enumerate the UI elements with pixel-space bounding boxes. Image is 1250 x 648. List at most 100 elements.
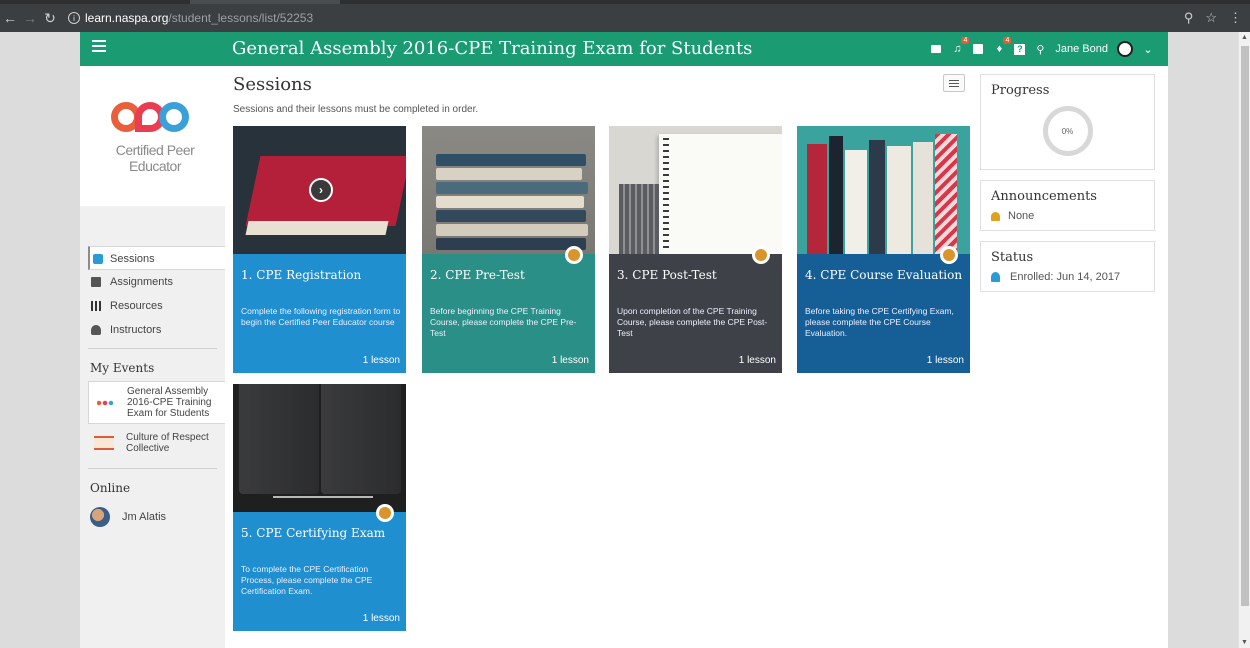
online-user[interactable]: Jm Alatis xyxy=(80,501,225,533)
page-title: General Assembly 2016-CPE Training Exam … xyxy=(232,38,753,59)
status-row: Enrolled: Jun 14, 2017 xyxy=(991,271,1144,283)
session-image xyxy=(609,126,782,254)
notifications-icon[interactable]: ♫ 4 xyxy=(951,37,970,55)
sidebar-item-sessions[interactable]: Sessions xyxy=(88,246,225,270)
bookmark-star-icon[interactable]: ☆ xyxy=(1205,10,1217,26)
sidebar: Certified Peer Educator Sessions Assignm… xyxy=(80,66,225,648)
event-label: General Assembly 2016-CPE Training Exam … xyxy=(127,386,212,419)
avatar[interactable] xyxy=(1117,41,1133,57)
session-card[interactable]: › 1. CPE Registration Complete the follo… xyxy=(233,126,406,373)
divider xyxy=(88,468,217,469)
sessions-heading: Sessions xyxy=(233,74,312,95)
session-title: 3. CPE Post-Test xyxy=(617,268,717,282)
session-lesson-count: 1 lesson xyxy=(738,355,776,366)
cart-badge: 4 xyxy=(1003,37,1012,44)
session-image xyxy=(422,126,595,254)
chevron-down-icon[interactable]: ⌄ xyxy=(1142,43,1154,56)
session-card[interactable]: 4. CPE Course Evaluation Before taking t… xyxy=(797,126,970,373)
browser-menu-icon[interactable]: ⋮ xyxy=(1229,10,1242,26)
announcements-title: Announcements xyxy=(991,189,1097,204)
logo[interactable]: Certified Peer Educator xyxy=(80,66,225,206)
session-lesson-count: 1 lesson xyxy=(362,355,400,366)
event-item[interactable]: Culture of Respect Collective xyxy=(88,428,225,458)
chevron-right-icon[interactable]: › xyxy=(309,178,333,202)
scroll-down-icon[interactable]: ▼ xyxy=(1241,639,1248,646)
session-image xyxy=(797,126,970,254)
session-image xyxy=(233,384,406,512)
announcements-value: None xyxy=(1008,210,1035,222)
lock-icon xyxy=(565,246,583,264)
user-name[interactable]: Jane Bond xyxy=(1055,43,1108,55)
lock-icon xyxy=(752,246,770,264)
sidebar-item-label: Instructors xyxy=(110,324,162,336)
logo-text: Certified Peer Educator xyxy=(115,142,195,174)
cart-icon[interactable]: ♦ 4 xyxy=(993,37,1012,55)
session-card[interactable]: 3. CPE Post-Test Upon completion of the … xyxy=(609,126,782,373)
right-panel: Progress 0% Announcements None Status En… xyxy=(980,74,1155,302)
my-events-heading: My Events xyxy=(90,361,155,375)
progress-panel: Progress 0% xyxy=(980,74,1155,170)
resources-icon xyxy=(91,301,101,311)
info-icon[interactable]: i xyxy=(68,12,80,24)
session-lesson-count: 1 lesson xyxy=(551,355,589,366)
reload-icon[interactable]: ↻ xyxy=(40,10,60,27)
sidebar-item-label: Assignments xyxy=(110,276,173,288)
progress-title: Progress xyxy=(991,83,1050,98)
session-body: 1. CPE Registration Complete the followi… xyxy=(233,254,406,373)
progress-ring: 0% xyxy=(1042,106,1093,156)
status-panel: Status Enrolled: Jun 14, 2017 xyxy=(980,241,1155,292)
sidebar-nav: Sessions Assignments Resources Instructo… xyxy=(80,246,225,533)
assignments-icon xyxy=(91,277,101,287)
zoom-icon[interactable]: ⚲ xyxy=(1184,10,1194,26)
address-field[interactable]: i learn.naspa.org/student_lessons/list/5… xyxy=(68,11,313,25)
help-icon[interactable]: ? xyxy=(1014,43,1026,55)
progress-value: 0% xyxy=(1061,126,1074,136)
announcements-panel: Announcements None xyxy=(980,180,1155,231)
url-host: learn.naspa.org xyxy=(85,11,169,25)
announcements-row: None xyxy=(991,210,1144,222)
notifications-badge: 4 xyxy=(961,37,970,44)
session-description: Upon completion of the CPE Training Cour… xyxy=(617,306,768,338)
scrollbar-thumb[interactable] xyxy=(1241,46,1249,606)
session-description: To complete the CPE Certification Proces… xyxy=(241,564,373,596)
scrollbar[interactable]: ▲ ▼ xyxy=(1238,32,1250,648)
calendar-icon[interactable] xyxy=(972,43,984,55)
session-description: Before beginning the CPE Training Course… xyxy=(430,306,577,338)
sidebar-item-resources[interactable]: Resources xyxy=(80,294,225,318)
menu-icon[interactable] xyxy=(92,40,106,55)
mail-icon[interactable] xyxy=(930,43,942,55)
search-icon[interactable]: ⚲ xyxy=(1034,43,1046,56)
event-item[interactable]: General Assembly 2016-CPE Training Exam … xyxy=(88,381,225,424)
lock-icon xyxy=(376,504,394,522)
forward-icon[interactable]: → xyxy=(20,10,40,26)
cpe-event-icon xyxy=(97,398,113,407)
session-body: 3. CPE Post-Test Upon completion of the … xyxy=(609,254,782,373)
cpe-logo-icon xyxy=(111,102,189,132)
session-card[interactable]: 5. CPE Certifying Exam To complete the C… xyxy=(233,384,406,631)
session-title: 4. CPE Course Evaluation xyxy=(805,268,963,282)
session-body: 5. CPE Certifying Exam To complete the C… xyxy=(233,512,406,631)
sidebar-item-assignments[interactable]: Assignments xyxy=(80,270,225,294)
bell-icon xyxy=(991,211,1000,221)
session-lesson-count: 1 lesson xyxy=(926,355,964,366)
scroll-up-icon[interactable]: ▲ xyxy=(1241,34,1248,41)
instructors-icon xyxy=(91,325,101,335)
online-user-name: Jm Alatis xyxy=(122,511,167,523)
session-description: Complete the following registration form… xyxy=(241,306,401,327)
main-content: Sessions Sessions and their lessons must… xyxy=(233,66,970,648)
session-lesson-count: 1 lesson xyxy=(362,613,400,624)
session-title: 2. CPE Pre-Test xyxy=(430,268,525,282)
list-view-toggle[interactable] xyxy=(943,74,965,92)
sidebar-item-label: Sessions xyxy=(110,253,155,265)
session-body: 4. CPE Course Evaluation Before taking t… xyxy=(797,254,970,373)
person-icon xyxy=(991,272,1000,282)
back-icon[interactable]: ← xyxy=(0,10,20,26)
sessions-subtitle: Sessions and their lessons must be compl… xyxy=(233,104,479,115)
url-path: /student_lessons/list/52253 xyxy=(168,11,314,25)
culture-of-respect-icon xyxy=(94,436,114,450)
session-image: › xyxy=(233,126,406,254)
sidebar-item-label: Resources xyxy=(110,300,163,312)
session-title: 5. CPE Certifying Exam xyxy=(241,526,386,540)
session-card[interactable]: 2. CPE Pre-Test Before beginning the CPE… xyxy=(422,126,595,373)
sidebar-item-instructors[interactable]: Instructors xyxy=(80,318,225,342)
